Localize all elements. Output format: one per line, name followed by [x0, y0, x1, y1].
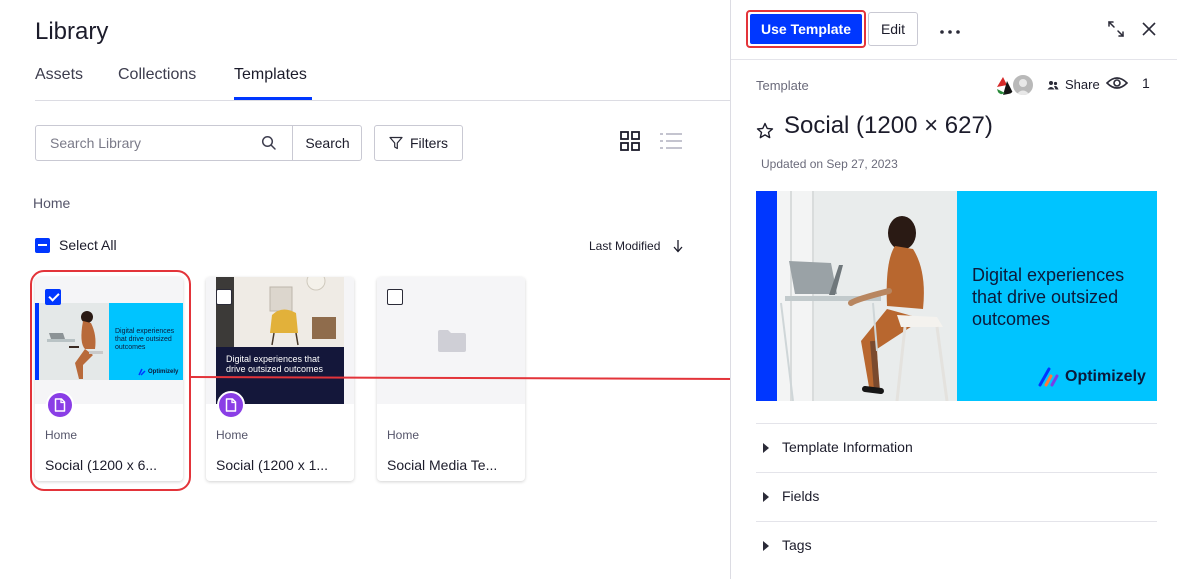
star-icon[interactable]	[756, 122, 774, 140]
card-thumb-text: Digital experiences that drive outsized …	[115, 328, 175, 351]
indeterminate-checkbox-icon	[35, 237, 50, 253]
library-tabs: Assets Collections Templates	[35, 62, 730, 101]
asset-card[interactable]: Digital experiences that drive outsized …	[206, 277, 354, 481]
preview-logo-text: Optimizely	[1065, 368, 1146, 385]
library-view: Library Assets Collections Templates Sea…	[0, 0, 730, 579]
updated-date: Updated on Sep 27, 2023	[761, 157, 898, 171]
select-all-checkbox[interactable]: Select All	[35, 237, 117, 253]
preview-logo: Optimizely	[1037, 365, 1146, 389]
template-type-badge	[46, 391, 74, 419]
collaborator-avatars[interactable]	[993, 73, 1039, 97]
sort-control[interactable]: Last Modified	[589, 239, 684, 253]
section-fields[interactable]: Fields	[756, 472, 1157, 521]
share-label: Share	[1065, 77, 1100, 92]
chair-photo-icon	[216, 277, 344, 347]
document-icon	[225, 398, 237, 412]
template-preview: Digital experiences that drive outsized …	[756, 191, 1157, 401]
person-photo-icon	[777, 191, 957, 401]
breadcrumb[interactable]: Home	[33, 195, 70, 211]
document-icon	[54, 398, 66, 412]
grid-view-icon[interactable]	[620, 131, 640, 151]
list-view-icon[interactable]	[660, 131, 682, 151]
eye-icon	[1106, 77, 1128, 89]
folder-icon	[438, 330, 466, 352]
avatar	[1011, 73, 1035, 97]
filters-label: Filters	[409, 135, 449, 151]
sort-label: Last Modified	[589, 239, 661, 253]
close-icon[interactable]	[1141, 21, 1157, 37]
share-button[interactable]: Share	[1047, 77, 1100, 92]
card-location: Home	[387, 428, 420, 442]
optimizely-logo-icon	[138, 368, 146, 376]
filters-button[interactable]: Filters	[374, 125, 463, 161]
panel-header: Use Template Edit	[731, 0, 1177, 60]
caret-right-icon	[763, 492, 769, 502]
preview-headline: Digital experiences that drive outsized …	[972, 265, 1125, 329]
view-count-value: 1	[1142, 75, 1150, 91]
people-icon	[1047, 80, 1059, 89]
card-thumb-logo: Optimizely	[138, 368, 178, 376]
more-options-icon[interactable]	[938, 20, 962, 40]
card-name: Social (1200 x 1...	[216, 457, 329, 473]
card-name: Social Media Te...	[387, 457, 498, 473]
card-thumb-text: Digital experiences that drive outsized …	[226, 354, 324, 374]
card-checkbox[interactable]	[45, 289, 61, 305]
caret-right-icon	[763, 541, 769, 551]
page-title: Library	[35, 18, 109, 45]
search-box: Search	[35, 125, 362, 161]
select-all-label: Select All	[59, 237, 117, 253]
use-template-button[interactable]: Use Template	[746, 10, 866, 48]
section-tags[interactable]: Tags	[756, 521, 1157, 570]
optimizely-logo-icon	[1038, 367, 1059, 387]
asset-card[interactable]: Home Social Media Te...	[377, 277, 525, 481]
card-name: Social (1200 x 6...	[45, 457, 158, 473]
search-input[interactable]	[36, 126, 292, 160]
arrow-down-icon	[673, 240, 683, 253]
view-count: 1	[1106, 75, 1150, 91]
filter-icon	[389, 136, 403, 150]
person-photo-icon	[39, 303, 109, 380]
caret-right-icon	[763, 443, 769, 453]
card-checkbox[interactable]	[387, 289, 403, 305]
template-title: Social (1200 × 627)	[784, 112, 993, 139]
search-button[interactable]: Search	[292, 126, 362, 160]
tab-templates[interactable]: Templates	[234, 66, 307, 84]
card-checkbox[interactable]	[216, 289, 232, 305]
card-location: Home	[216, 428, 249, 442]
section-template-information[interactable]: Template Information	[756, 423, 1157, 472]
asset-card[interactable]: Digital experiences that drive outsized …	[35, 277, 183, 481]
search-icon[interactable]	[261, 135, 277, 151]
asset-type-label: Template	[756, 78, 809, 93]
expand-icon[interactable]	[1107, 20, 1125, 38]
tab-collections[interactable]: Collections	[118, 66, 196, 84]
template-type-badge	[217, 391, 245, 419]
edit-button[interactable]: Edit	[868, 12, 918, 46]
tab-assets[interactable]: Assets	[35, 66, 83, 84]
card-location: Home	[45, 428, 78, 442]
active-tab-indicator	[234, 97, 312, 100]
detail-panel: Use Template Edit Template Share 1 Socia…	[730, 0, 1177, 579]
